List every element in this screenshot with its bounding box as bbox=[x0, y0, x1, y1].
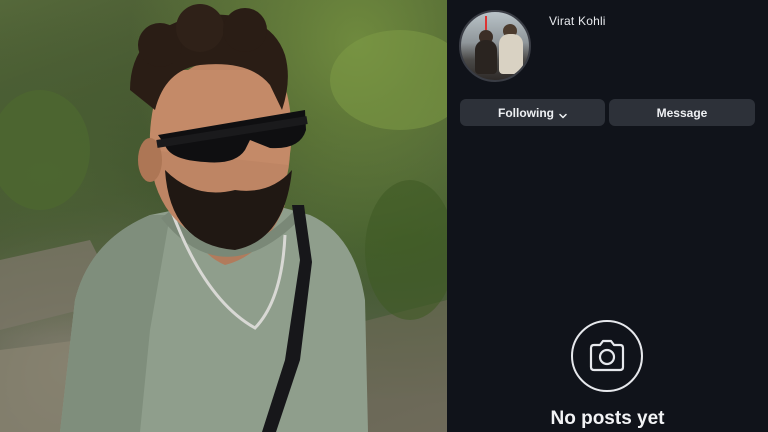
chevron-down-icon bbox=[559, 109, 567, 118]
message-label: Message bbox=[656, 105, 708, 120]
camera-icon bbox=[571, 320, 643, 392]
profile-username: Virat Kohli bbox=[549, 14, 606, 28]
following-label: Following bbox=[498, 105, 554, 120]
message-button[interactable]: Message bbox=[609, 99, 755, 126]
profile-photo bbox=[0, 0, 447, 432]
photo-illustration bbox=[0, 4, 447, 432]
empty-state-title: No posts yet bbox=[550, 408, 665, 429]
profile-panel: Virat Kohli Following Message No posts y… bbox=[447, 0, 768, 432]
following-button[interactable]: Following bbox=[460, 99, 605, 126]
avatar[interactable] bbox=[459, 10, 531, 82]
